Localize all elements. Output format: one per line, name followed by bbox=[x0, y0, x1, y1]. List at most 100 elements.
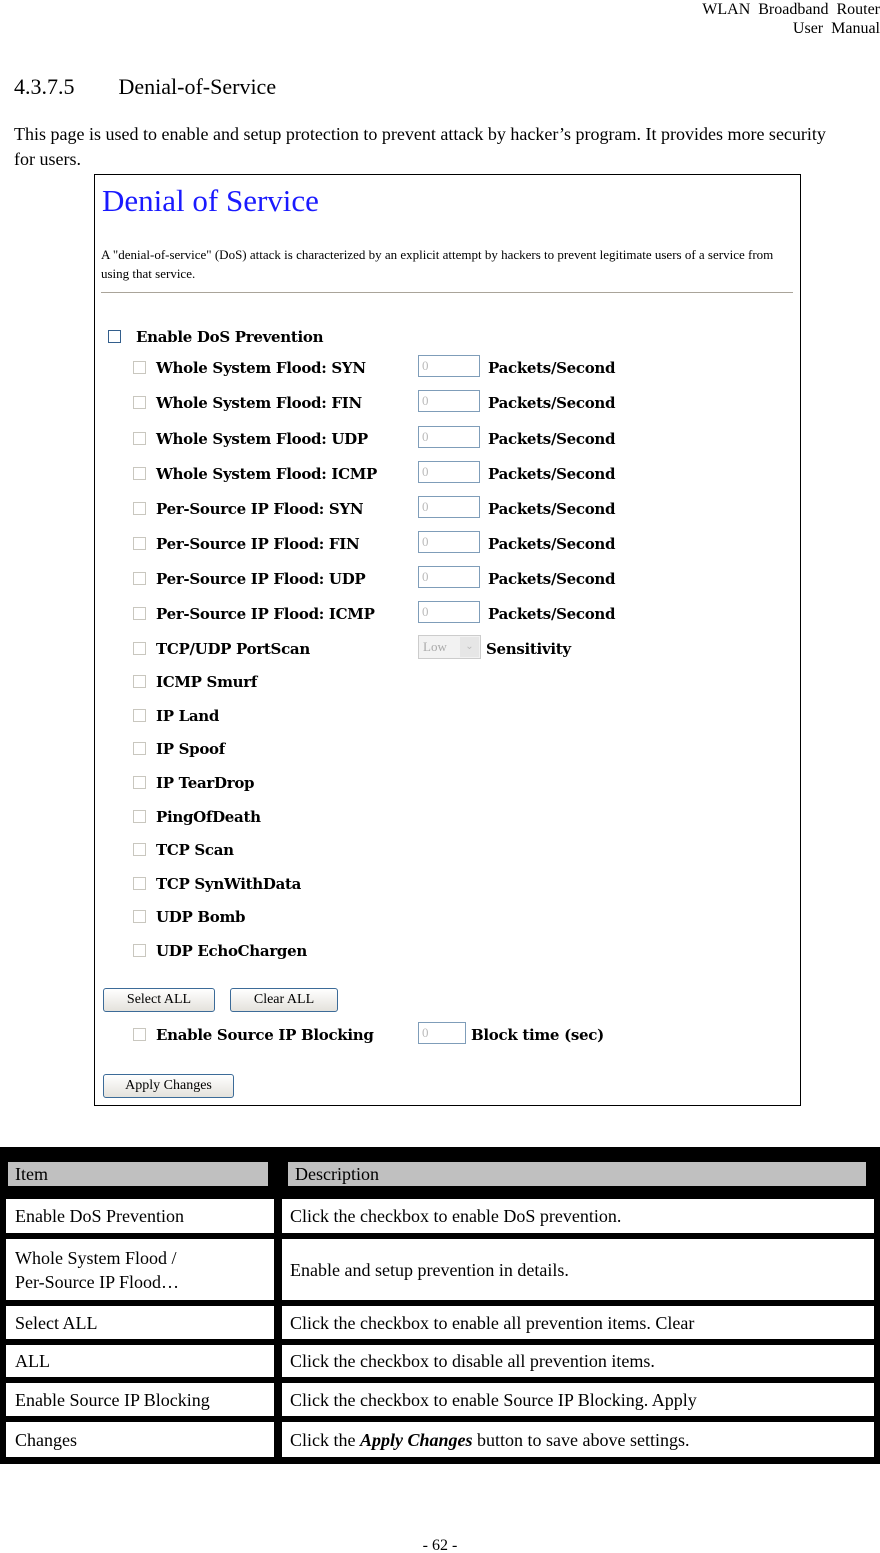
desc-text-end: button to save above settings. bbox=[472, 1429, 690, 1450]
dos-item-label: Whole System Flood: ICMP bbox=[156, 465, 378, 483]
table-cell-description: Click the checkbox to enable Source IP B… bbox=[282, 1383, 874, 1416]
header-title: WLAN Broadband Router bbox=[702, 1, 880, 18]
desc-text: Click the bbox=[290, 1429, 360, 1450]
item-text: Select ALL bbox=[15, 1312, 98, 1333]
dos-item-label: Whole System Flood: FIN bbox=[156, 394, 362, 412]
header-item: Item bbox=[8, 1162, 268, 1186]
desc-text: Click the checkbox to enable DoS prevent… bbox=[290, 1206, 622, 1226]
dos-item-label: Per-Source IP Flood: UDP bbox=[156, 570, 366, 588]
dos-item-checkbox[interactable] bbox=[133, 877, 146, 890]
manual-page: WLAN Broadband Router User Manual 4.3.7.… bbox=[0, 0, 880, 1553]
dos-item-label: Per-Source IP Flood: SYN bbox=[156, 500, 364, 518]
table-cell-description: Click the checkbox to disable all preven… bbox=[282, 1345, 874, 1377]
dos-item-checkbox[interactable] bbox=[133, 572, 146, 585]
dos-item-label: Whole System Flood: SYN bbox=[156, 359, 366, 377]
unit-label: Packets/Second bbox=[488, 465, 616, 483]
dos-item-checkbox[interactable] bbox=[133, 607, 146, 620]
section-heading: 4.3.7.5 Denial-of-Service bbox=[14, 74, 276, 100]
dos-item-checkbox[interactable] bbox=[133, 396, 146, 409]
dos-item-checkbox[interactable] bbox=[133, 810, 146, 823]
dos-item-label: PingOfDeath bbox=[156, 808, 261, 826]
chevron-down-icon: ⌄ bbox=[460, 637, 479, 657]
packets-per-second-input[interactable]: 0 bbox=[418, 390, 480, 412]
block-time-label: Block time (sec) bbox=[471, 1026, 604, 1044]
packets-per-second-input[interactable]: 0 bbox=[418, 566, 480, 588]
dos-item-checkbox[interactable] bbox=[133, 502, 146, 515]
dos-item-label: UDP EchoChargen bbox=[156, 942, 307, 960]
enable-dos-checkbox[interactable] bbox=[108, 330, 121, 343]
dos-item-checkbox[interactable] bbox=[133, 432, 146, 445]
unit-label: Packets/Second bbox=[488, 535, 616, 553]
unit-label: Packets/Second bbox=[488, 430, 616, 448]
unit-label: Packets/Second bbox=[488, 359, 616, 377]
packets-per-second-input[interactable]: 0 bbox=[418, 531, 480, 553]
table-cell-description: Enable and setup prevention in details. bbox=[282, 1239, 874, 1300]
dos-item-label: TCP/UDP PortScan bbox=[156, 640, 310, 658]
dos-item-checkbox[interactable] bbox=[133, 675, 146, 688]
sensitivity-select[interactable]: Low ⌄ bbox=[418, 635, 481, 659]
desc-emphasis: Apply Changes bbox=[360, 1429, 473, 1450]
unit-label: Sensitivity bbox=[486, 640, 571, 658]
dos-item-label: Per-Source IP Flood: FIN bbox=[156, 535, 360, 553]
desc-text: Click the checkbox to enable Source IP B… bbox=[290, 1389, 697, 1410]
packets-per-second-input[interactable]: 0 bbox=[418, 461, 480, 483]
packets-per-second-input[interactable]: 0 bbox=[418, 355, 480, 377]
dos-item-checkbox[interactable] bbox=[133, 776, 146, 789]
apply-changes-button[interactable]: Apply Changes bbox=[103, 1074, 234, 1098]
header-description: Description bbox=[288, 1162, 866, 1186]
item-text: Enable DoS Prevention bbox=[15, 1206, 184, 1226]
description-table: Item Description Enable DoS Prevention C… bbox=[0, 1147, 880, 1464]
item-text-line2: Per-Source IP Flood… bbox=[15, 1271, 179, 1292]
enable-dos-label: Enable DoS Prevention bbox=[136, 328, 324, 346]
dos-item-label: IP Spoof bbox=[156, 740, 225, 758]
dos-item-checkbox[interactable] bbox=[133, 467, 146, 480]
dos-item-label: IP TearDrop bbox=[156, 774, 255, 792]
dos-item-checkbox[interactable] bbox=[133, 361, 146, 374]
dos-item-label: ICMP Smurf bbox=[156, 673, 258, 691]
dos-item-checkbox[interactable] bbox=[133, 537, 146, 550]
table-cell-description: Click the checkbox to enable DoS prevent… bbox=[282, 1199, 874, 1233]
sensitivity-value: Low bbox=[423, 639, 447, 654]
source-ip-blocking-checkbox[interactable] bbox=[133, 1028, 146, 1041]
dos-item-checkbox[interactable] bbox=[133, 944, 146, 957]
table-cell-item: Enable DoS Prevention bbox=[6, 1199, 274, 1233]
select-all-button[interactable]: Select ALL bbox=[103, 988, 215, 1012]
packets-per-second-input[interactable]: 0 bbox=[418, 426, 480, 448]
source-ip-blocking-label: Enable Source IP Blocking bbox=[156, 1026, 374, 1044]
dos-item-checkbox[interactable] bbox=[133, 843, 146, 856]
packets-per-second-input[interactable]: 0 bbox=[418, 601, 480, 623]
unit-label: Packets/Second bbox=[488, 605, 616, 623]
packets-per-second-input[interactable]: 0 bbox=[418, 496, 480, 518]
section-number: 4.3.7.5 bbox=[14, 74, 75, 99]
section-title: Denial-of-Service bbox=[118, 74, 277, 99]
table-cell-item: Whole System Flood / Per-Source IP Flood… bbox=[6, 1239, 274, 1300]
dos-item-label: IP Land bbox=[156, 707, 220, 725]
unit-label: Packets/Second bbox=[488, 394, 616, 412]
table-cell-item: Enable Source IP Blocking bbox=[6, 1383, 274, 1416]
desc-text: Click the checkbox to enable all prevent… bbox=[290, 1312, 695, 1333]
table-cell-item: Changes bbox=[6, 1422, 274, 1457]
page-number: - 62 - bbox=[422, 1537, 458, 1553]
dos-item-label: TCP Scan bbox=[156, 841, 234, 859]
table-cell-item: Select ALL bbox=[6, 1306, 274, 1339]
dos-item-label: Whole System Flood: UDP bbox=[156, 430, 368, 448]
clear-all-button[interactable]: Clear ALL bbox=[230, 988, 338, 1012]
unit-label: Packets/Second bbox=[488, 570, 616, 588]
dos-screenshot: Denial of Service A "denial-of-service" … bbox=[94, 174, 801, 1106]
intro-text: This page is used to enable and setup pr… bbox=[14, 124, 826, 169]
dos-item-label: UDP Bomb bbox=[156, 908, 246, 926]
dos-item-checkbox[interactable] bbox=[133, 642, 146, 655]
table-cell-description: Click the Apply Changes button to save a… bbox=[282, 1422, 874, 1457]
dos-item-checkbox[interactable] bbox=[133, 709, 146, 722]
dos-item-label: TCP SynWithData bbox=[156, 875, 302, 893]
unit-label: Packets/Second bbox=[488, 500, 616, 518]
block-time-input[interactable]: 0 bbox=[418, 1022, 466, 1044]
dos-item-checkbox[interactable] bbox=[133, 742, 146, 755]
dos-item-checkbox[interactable] bbox=[133, 910, 146, 923]
item-text: Changes bbox=[15, 1429, 77, 1450]
header-subtitle: User Manual bbox=[792, 20, 880, 37]
item-text: ALL bbox=[15, 1351, 50, 1371]
table-cell-item: ALL bbox=[6, 1345, 274, 1377]
dos-item-label: Per-Source IP Flood: ICMP bbox=[156, 605, 375, 623]
desc-text: Enable and setup prevention in details. bbox=[290, 1259, 569, 1280]
